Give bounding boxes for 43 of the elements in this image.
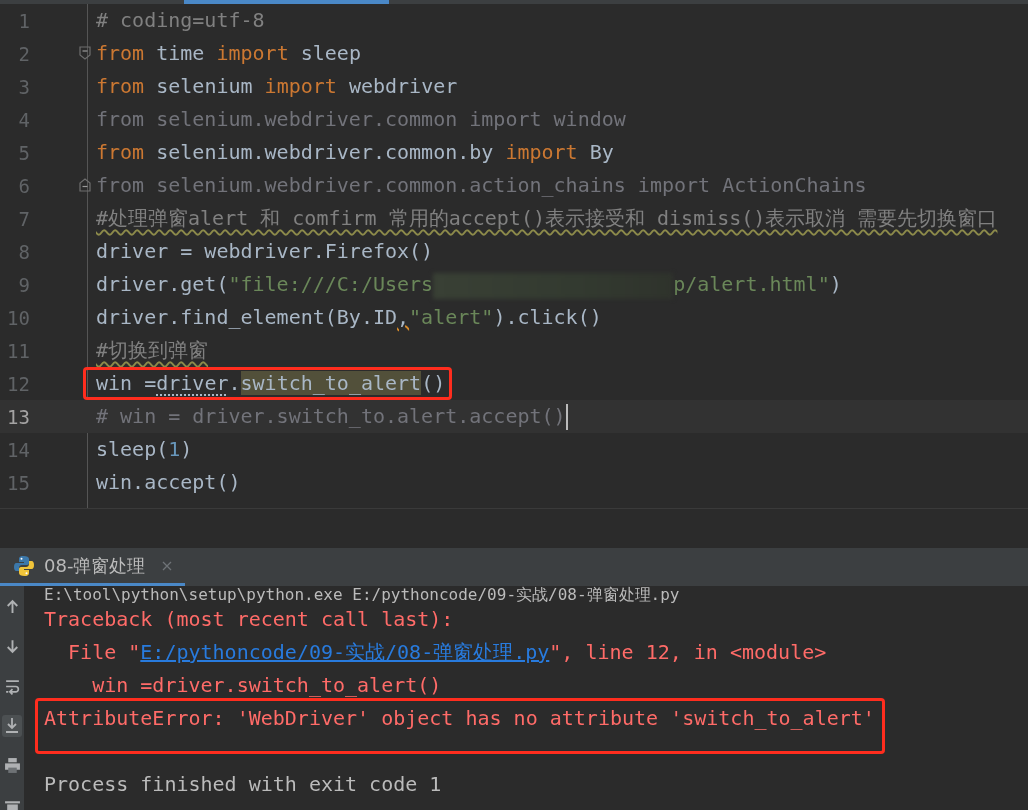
fold-icon[interactable]	[79, 178, 91, 192]
line-number: 13	[6, 405, 30, 428]
code-line: driver = webdriver.Firefox()	[96, 238, 434, 265]
line-number: 2	[17, 42, 30, 65]
line-number: 11	[6, 339, 30, 362]
file-link[interactable]: E:/pythoncode/09-实战/08-弹窗处理.py	[140, 640, 550, 664]
line-number: 5	[17, 141, 30, 164]
code-line: win.accept()	[96, 469, 241, 496]
code-line: from selenium.webdriver.common import window	[96, 106, 626, 133]
line-number: 9	[17, 273, 30, 296]
line-number: 6	[17, 174, 30, 197]
line-number: 8	[17, 240, 30, 263]
code-line: driver.get("file:///C:/Users p/alert.html")	[96, 268, 842, 301]
code-line: from selenium import webdriver	[96, 73, 458, 100]
console-line: E:\tool\python\setup\python.exe E:/pythoncode/09-实战/08-弹窗处理.py	[44, 586, 681, 603]
print-icon[interactable]	[3, 757, 21, 774]
code-line: from time import sleep	[96, 40, 361, 67]
line-number: 1	[17, 9, 30, 32]
code-line: sleep(1)	[96, 436, 193, 463]
line-number: 14	[6, 438, 30, 461]
line-number: 10	[6, 306, 30, 329]
fold-icon[interactable]	[79, 46, 91, 60]
console-line: win =driver.switch_to_alert()	[91, 672, 443, 699]
line-number: 4	[17, 108, 30, 131]
code-line: from selenium.webdriver.common.action_chains import ActionChains	[96, 172, 867, 199]
line-number: 3	[17, 75, 30, 98]
soft-wrap-icon[interactable]	[3, 678, 21, 695]
code-line: # win = driver.switch_to.alert.accept()	[96, 403, 566, 430]
text-cursor	[565, 403, 568, 430]
code-line: driver.find_element(By.ID,"alert").click()	[96, 304, 602, 331]
code-line: # coding=utf-8	[96, 7, 265, 34]
console-line: Process finished with exit code 1	[44, 771, 443, 798]
code-line: from selenium.webdriver.common.by import By	[96, 139, 614, 166]
console-line: File "E:/pythoncode/09-实战/08-弹窗处理.py", line 12, in <module>	[67, 639, 828, 666]
console-line: Traceback (most recent call last):	[44, 606, 455, 633]
line-number: 7	[17, 207, 30, 230]
run-tab[interactable]: 08-弹窗处理	[0, 548, 186, 586]
line-number: 12	[6, 372, 30, 395]
code-line: #切换到弹窗	[96, 337, 209, 364]
line-number: 15	[6, 471, 30, 494]
python-icon	[12, 553, 36, 578]
code-line: #处理弹窗alert 和 comfirm 常用的accept()表示接受和 dismiss()表示取消 需要先切换窗口	[96, 205, 998, 232]
scroll-to-end-icon[interactable]	[2, 715, 22, 737]
